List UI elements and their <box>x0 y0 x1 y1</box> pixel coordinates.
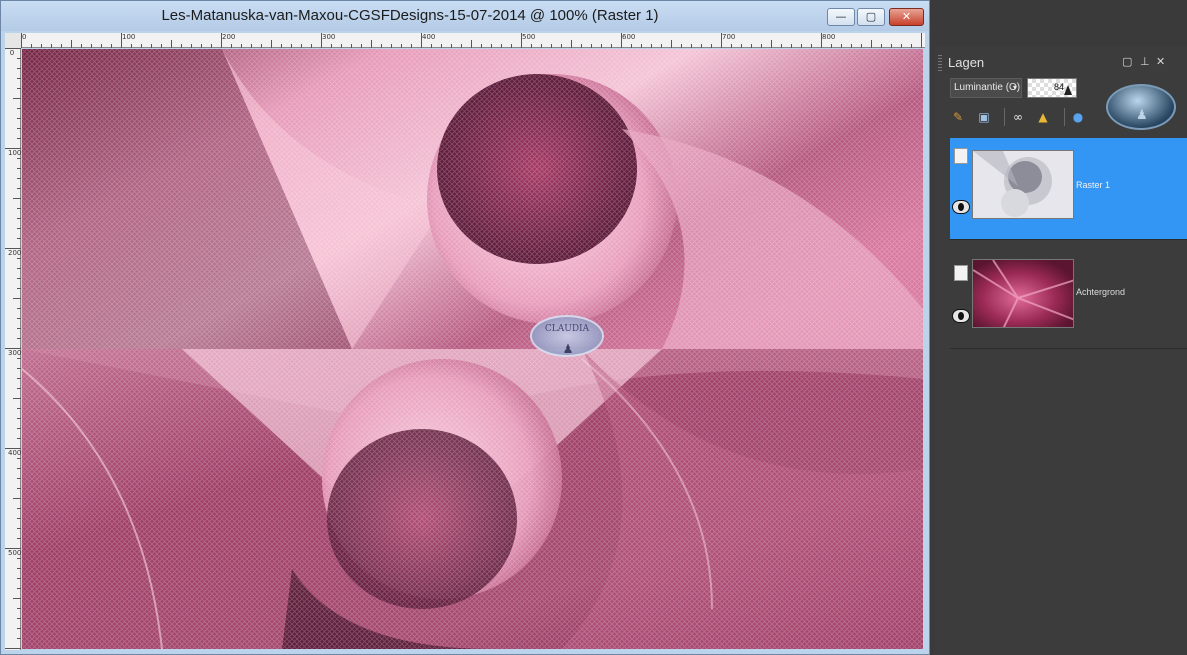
ruler-label-v200: 200 <box>8 249 22 257</box>
layer-row-achtergrond[interactable]: Achtergrond <box>950 247 1187 349</box>
maximize-button[interactable]: ▢ <box>857 8 885 26</box>
ruler-label-200: 200 <box>222 33 236 41</box>
raster-thumbnail-art <box>973 151 1073 218</box>
figure-icon: ♟ <box>1136 108 1148 123</box>
eye-icon[interactable] <box>952 309 970 323</box>
watermark-logo: CLAUDIA ♟ <box>530 315 604 357</box>
maximize-icon[interactable]: ▢ <box>1122 55 1132 68</box>
blend-mode-dropdown[interactable]: Luminantie (O) ▾ <box>950 78 1022 98</box>
toolbar-divider <box>1004 108 1005 126</box>
watermark-logo-orb: ♟ <box>1106 84 1176 130</box>
ruler-label-600: 600 <box>622 33 636 41</box>
vertical-ruler: 0 100 200 300 400 500 <box>5 48 21 650</box>
ruler-corner <box>5 33 21 48</box>
opacity-value: 84 <box>1053 82 1064 92</box>
ruler-label-v400: 400 <box>8 449 22 457</box>
ruler-label-800: 800 <box>822 33 836 41</box>
slider-pointer-icon[interactable] <box>1064 85 1072 95</box>
close-button[interactable]: ✕ <box>889 8 924 26</box>
figure-icon: ♟ <box>562 342 574 356</box>
eye-icon[interactable] <box>952 200 970 214</box>
lock-icon[interactable]: ▲ <box>1035 109 1051 125</box>
layer-name[interactable]: Achtergrond <box>1076 287 1125 297</box>
panel-title: Lagen <box>948 55 985 70</box>
close-icon[interactable]: ✕ <box>1156 55 1165 68</box>
background-thumbnail-art <box>973 260 1073 327</box>
layer-thumbnail <box>972 259 1074 328</box>
blend-mode-value: Luminantie (O) <box>954 82 1021 93</box>
watermark-text: CLAUDIA <box>544 324 590 334</box>
layer-name[interactable]: Raster 1 <box>1076 180 1110 190</box>
ruler-label-700: 700 <box>722 33 736 41</box>
ruler-label-v100: 100 <box>8 149 22 157</box>
canvas-artwork <box>22 49 923 649</box>
horizontal-ruler: 0 100 200 300 400 500 600 700 800 <box>21 33 925 48</box>
edit-layer-icon[interactable]: ✎ <box>950 109 966 125</box>
ruler-label-v500: 500 <box>8 549 22 557</box>
pin-icon[interactable]: ⊥ <box>1140 55 1150 68</box>
toolbar-divider <box>1064 108 1065 126</box>
layer-thumbnail <box>972 150 1074 219</box>
ruler-label-v0: 0 <box>9 49 15 57</box>
layers-panel[interactable]: Lagen ▢ ⊥ ✕ Luminantie (O) ▾ 84 ♟ ✎ ▣ ∞ … <box>934 46 1187 655</box>
window-title: Les-Matanuska-van-Maxou-CGSFDesigns-15-0… <box>161 7 659 24</box>
ruler-label-100: 100 <box>122 33 136 41</box>
document-window[interactable]: Les-Matanuska-van-Maxou-CGSFDesigns-15-0… <box>0 0 930 655</box>
panel-drag-handle[interactable] <box>938 55 942 71</box>
image-canvas[interactable]: CLAUDIA ♟ <box>22 49 923 649</box>
layer-row-raster-1[interactable]: Raster 1 <box>950 138 1187 240</box>
ruler-label-500: 500 <box>522 33 536 41</box>
mask-icon[interactable]: ▣ <box>976 109 992 125</box>
chevron-down-icon: ▾ <box>1012 83 1017 92</box>
horizontal-ruler-ticks <box>21 33 922 48</box>
minimize-button[interactable]: — <box>827 8 855 26</box>
ruler-label-300: 300 <box>322 33 336 41</box>
title-bar[interactable]: Les-Matanuska-van-Maxou-CGSFDesigns-15-0… <box>1 1 929 31</box>
link-icon[interactable]: ∞ <box>1010 109 1026 125</box>
effects-icon[interactable]: ● <box>1070 109 1086 125</box>
ruler-label-v300: 300 <box>8 349 22 357</box>
raster-layer-icon <box>954 265 968 281</box>
opacity-slider[interactable]: 84 <box>1027 78 1077 98</box>
ruler-label-400: 400 <box>422 33 436 41</box>
raster-layer-icon <box>954 148 968 164</box>
ruler-label-0: 0 <box>22 33 27 41</box>
